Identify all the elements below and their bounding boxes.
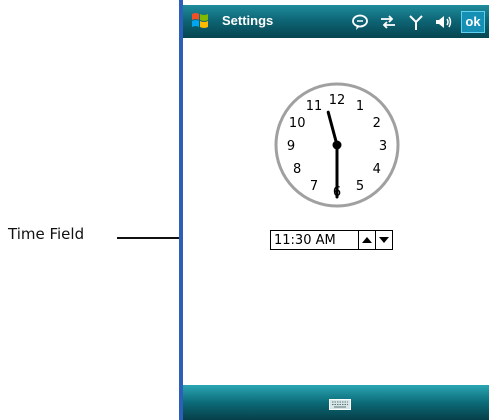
triangle-down-icon <box>379 237 389 243</box>
clock-numeral-3: 3 <box>379 139 387 154</box>
time-spinner <box>358 231 392 249</box>
connectivity-arrows-icon[interactable] <box>377 11 399 33</box>
title-text: Settings <box>222 13 274 28</box>
time-value[interactable]: 11:30 AM <box>271 233 358 248</box>
device-screen: Settings ok 12 1 2 3 4 5 7 8 9 10 11 11:… <box>179 0 489 420</box>
clock-numeral-4: 4 <box>373 162 381 177</box>
time-field[interactable]: 11:30 AM <box>270 230 393 250</box>
analog-clock: 121234567891011 <box>274 82 400 208</box>
spin-up-button[interactable] <box>359 231 375 249</box>
clock-numeral-8: 8 <box>293 162 301 177</box>
device-bezel <box>179 0 183 420</box>
title-bar: Settings ok <box>183 5 489 38</box>
clock-numeral-9: 9 <box>287 139 295 154</box>
bottom-bar <box>183 385 489 420</box>
speaker-icon[interactable] <box>433 11 455 33</box>
clock-numeral-11: 11 <box>306 99 323 114</box>
triangle-up-icon <box>362 237 372 243</box>
signal-antenna-icon[interactable] <box>405 11 427 33</box>
clock-numeral-1: 1 <box>356 99 364 114</box>
clock-numeral-7: 7 <box>310 179 318 194</box>
spin-down-button[interactable] <box>375 231 392 249</box>
clock-center-pin <box>332 140 342 150</box>
callout-label: Time Field <box>8 225 85 243</box>
clock-numeral-2: 2 <box>373 116 381 131</box>
windows-start-icon[interactable] <box>189 10 211 32</box>
clock-numeral-5: 5 <box>356 179 364 194</box>
clock-numeral-12: 12 <box>329 93 346 108</box>
keyboard-icon[interactable] <box>329 397 351 410</box>
ok-button[interactable]: ok <box>461 10 485 33</box>
system-tray: ok <box>349 9 485 34</box>
clock-numeral-10: 10 <box>289 116 306 131</box>
chat-bubble-icon[interactable] <box>349 11 371 33</box>
